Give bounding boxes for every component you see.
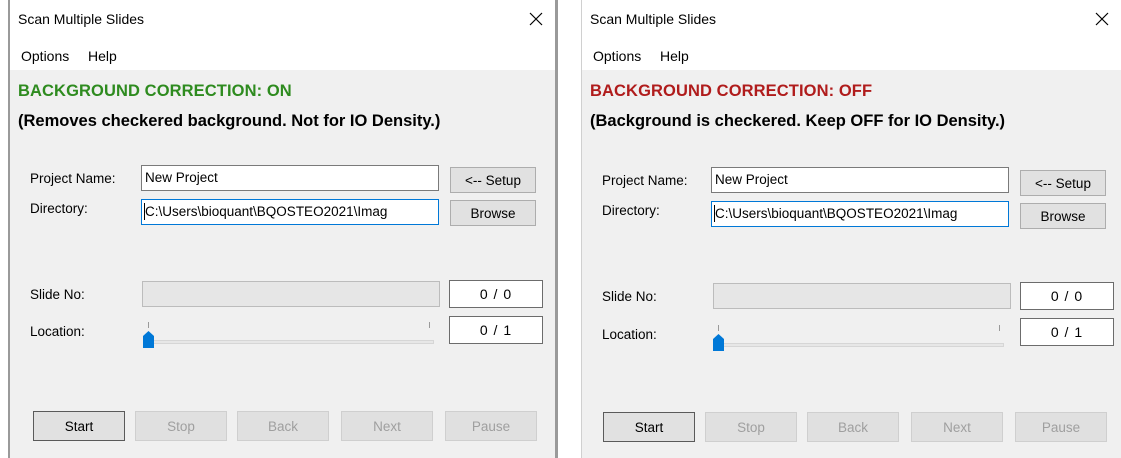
menu-bar: Options Help bbox=[10, 38, 555, 71]
background-correction-description: (Background is checkered. Keep OFF for I… bbox=[590, 112, 1006, 130]
slider-tick-end bbox=[429, 322, 430, 328]
slider-tick-end bbox=[999, 325, 1000, 331]
browse-button[interactable]: Browse bbox=[450, 200, 536, 226]
pause-button[interactable]: Pause bbox=[445, 411, 537, 441]
project-name-input[interactable]: New Project bbox=[711, 167, 1009, 193]
directory-input[interactable]: C:\Users\bioquant\BQOSTEO2021\Imag bbox=[141, 199, 439, 225]
menu-options[interactable]: Options bbox=[21, 48, 69, 64]
slide-no-label: Slide No: bbox=[602, 289, 657, 304]
browse-button[interactable]: Browse bbox=[1020, 203, 1106, 229]
window-title: Scan Multiple Slides bbox=[590, 11, 717, 27]
background-correction-status: BACKGROUND CORRECTION: ON bbox=[18, 82, 292, 100]
text-cursor bbox=[144, 203, 145, 220]
background-correction-status: BACKGROUND CORRECTION: OFF bbox=[590, 82, 873, 100]
slide-counter: 0 / 0 bbox=[449, 280, 543, 308]
title-bar: Scan Multiple Slides bbox=[10, 0, 555, 38]
directory-input[interactable]: C:\Users\bioquant\BQOSTEO2021\Imag bbox=[711, 201, 1009, 227]
menu-help[interactable]: Help bbox=[660, 48, 689, 64]
back-button[interactable]: Back bbox=[807, 412, 899, 442]
pause-button[interactable]: Pause bbox=[1015, 412, 1107, 442]
slider-tick-start bbox=[148, 322, 149, 328]
slide-no-label: Slide No: bbox=[30, 287, 85, 302]
slider-tick-start bbox=[718, 325, 719, 331]
title-bar: Scan Multiple Slides bbox=[582, 0, 1121, 38]
next-button[interactable]: Next bbox=[911, 412, 1003, 442]
location-counter: 0 / 1 bbox=[1020, 318, 1114, 346]
start-button[interactable]: Start bbox=[33, 411, 125, 441]
close-x-icon bbox=[529, 12, 543, 26]
setup-button[interactable]: <-- Setup bbox=[450, 167, 536, 193]
directory-label: Directory: bbox=[602, 203, 660, 218]
location-label: Location: bbox=[30, 324, 85, 339]
menu-help[interactable]: Help bbox=[88, 48, 117, 64]
window-title: Scan Multiple Slides bbox=[18, 11, 145, 27]
location-label: Location: bbox=[602, 327, 657, 342]
text-cursor bbox=[714, 205, 715, 222]
slide-counter: 0 / 0 bbox=[1020, 282, 1114, 310]
slider-thumb-icon[interactable] bbox=[713, 334, 724, 351]
next-button[interactable]: Next bbox=[341, 411, 433, 441]
project-name-label: Project Name: bbox=[30, 171, 116, 186]
directory-label: Directory: bbox=[30, 201, 88, 216]
setup-button[interactable]: <-- Setup bbox=[1020, 170, 1106, 196]
scan-window-background-off: Scan Multiple Slides Options Help BACKGR… bbox=[581, 0, 1121, 458]
close-button[interactable] bbox=[523, 6, 549, 32]
scan-window-background-on: Scan Multiple Slides Options Help BACKGR… bbox=[8, 0, 558, 458]
location-counter: 0 / 1 bbox=[449, 316, 543, 344]
stop-button[interactable]: Stop bbox=[135, 411, 227, 441]
project-name-label: Project Name: bbox=[602, 173, 688, 188]
slide-progress-bar bbox=[142, 281, 440, 307]
menu-options[interactable]: Options bbox=[593, 48, 641, 64]
location-slider-track[interactable] bbox=[144, 340, 434, 344]
background-correction-description: (Removes checkered background. Not for I… bbox=[18, 112, 441, 130]
back-button[interactable]: Back bbox=[237, 411, 329, 441]
location-slider-track[interactable] bbox=[714, 343, 1004, 347]
slider-thumb-icon[interactable] bbox=[143, 331, 154, 348]
menu-bar: Options Help bbox=[582, 38, 1121, 71]
project-name-input[interactable]: New Project bbox=[141, 165, 439, 191]
stop-button[interactable]: Stop bbox=[705, 412, 797, 442]
start-button[interactable]: Start bbox=[603, 412, 695, 442]
slide-progress-bar bbox=[713, 283, 1011, 309]
close-button[interactable] bbox=[1089, 6, 1115, 32]
close-x-icon bbox=[1095, 12, 1109, 26]
